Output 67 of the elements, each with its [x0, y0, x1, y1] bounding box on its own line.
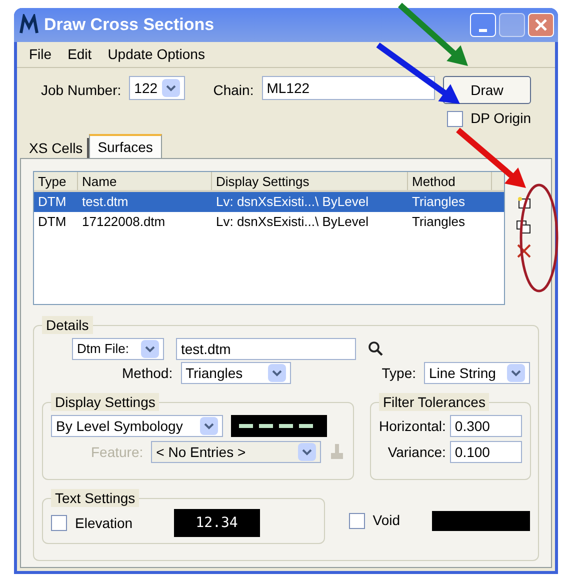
dropdown-button[interactable]	[200, 417, 218, 435]
field-label: Job Number:	[41, 81, 122, 100]
checkbox[interactable]	[51, 515, 67, 531]
close-icon	[534, 18, 548, 32]
field-label: Feature:	[91, 442, 144, 462]
table-row[interactable]: DTM 17122008.dtm Lv: dsnXsExisti...\ ByLevel Triangles	[34, 212, 504, 232]
file-mode-dropdown[interactable]: Dtm File:	[72, 338, 164, 360]
caret-icon	[511, 370, 521, 376]
menu-item[interactable]: Update Options	[108, 44, 205, 65]
column-header[interactable]: Type	[34, 172, 78, 190]
checkbox[interactable]	[446, 110, 463, 126]
close-button[interactable]	[528, 13, 554, 37]
chain-field[interactable]: ML122	[262, 76, 435, 100]
draw-button[interactable]: Draw	[443, 76, 531, 104]
field-label: Method:	[122, 364, 173, 382]
table-cell-text: DTM	[37, 193, 68, 211]
symbology-dropdown[interactable]: By Level Symbology	[51, 415, 223, 437]
table-cell-text: DTM	[37, 213, 68, 231]
table-cell-text: Triangles	[411, 213, 466, 231]
dropdown-button[interactable]	[507, 364, 525, 382]
caret-icon	[204, 422, 214, 430]
checkbox-label: Void	[372, 511, 400, 530]
dropdown-button[interactable]	[141, 340, 159, 358]
text-style-preview: 12.34	[174, 509, 260, 537]
checkbox-label: DP Origin	[470, 109, 531, 128]
caret-icon	[302, 448, 312, 456]
dropdown-button[interactable]	[162, 79, 180, 97]
minimize-button[interactable]	[470, 13, 496, 37]
table-cell-text: Lv: dsnXsExisti...\ ByLevel	[215, 193, 370, 211]
checkbox[interactable]	[348, 512, 365, 528]
column-header[interactable]: Name	[78, 172, 212, 190]
method-dropdown[interactable]: Triangles	[180, 362, 291, 384]
delete-icon[interactable]	[516, 243, 532, 259]
dropdown-button[interactable]	[298, 443, 316, 461]
field-label: Horizontal:	[379, 416, 446, 436]
field-label: Type:	[382, 364, 416, 383]
column-header[interactable]: Display Settings	[212, 172, 408, 190]
group-title: Filter Tolerances	[379, 393, 490, 411]
tab[interactable]: Surfaces	[88, 134, 162, 158]
table-cell-text: Lv: dsnXsExisti...\ ByLevel	[215, 213, 370, 231]
table-row[interactable]: DTM test.dtm Lv: dsnXsExisti...\ ByLevel Triangles	[34, 192, 504, 212]
file-field[interactable]: test.dtm	[176, 338, 356, 360]
copy-icon[interactable]	[516, 219, 532, 235]
menu-item[interactable]: File	[29, 44, 52, 65]
caret-icon	[166, 84, 176, 92]
table-cell-text: test.dtm	[81, 193, 130, 211]
tolerance-field[interactable]: 0.100	[450, 441, 522, 463]
checkbox-label: Elevation	[75, 514, 133, 532]
type-dropdown[interactable]: Line String	[424, 362, 530, 384]
window-title: Draw Cross Sections	[44, 14, 214, 36]
feature-dropdown: < No Entries >	[151, 441, 322, 463]
field-label: Variance:	[388, 442, 446, 462]
tolerance-field[interactable]: 0.300	[450, 415, 522, 437]
caret-icon	[145, 346, 155, 352]
caret-icon	[272, 370, 282, 376]
app-icon	[18, 14, 40, 36]
dropdown-button[interactable]	[268, 364, 286, 382]
table-cell-text: 17122008.dtm	[81, 213, 166, 231]
group-title: Text Settings	[51, 489, 140, 507]
group-title: Display Settings	[51, 393, 160, 411]
menu-item[interactable]: Edit	[68, 44, 92, 65]
table-cell-text: Triangles	[411, 193, 466, 211]
job-number-dropdown[interactable]: 122	[129, 76, 186, 100]
column-header[interactable]: Method	[408, 172, 492, 190]
group-title: Details	[42, 316, 93, 334]
search-icon[interactable]	[368, 341, 384, 357]
field-label: Chain:	[213, 81, 254, 100]
